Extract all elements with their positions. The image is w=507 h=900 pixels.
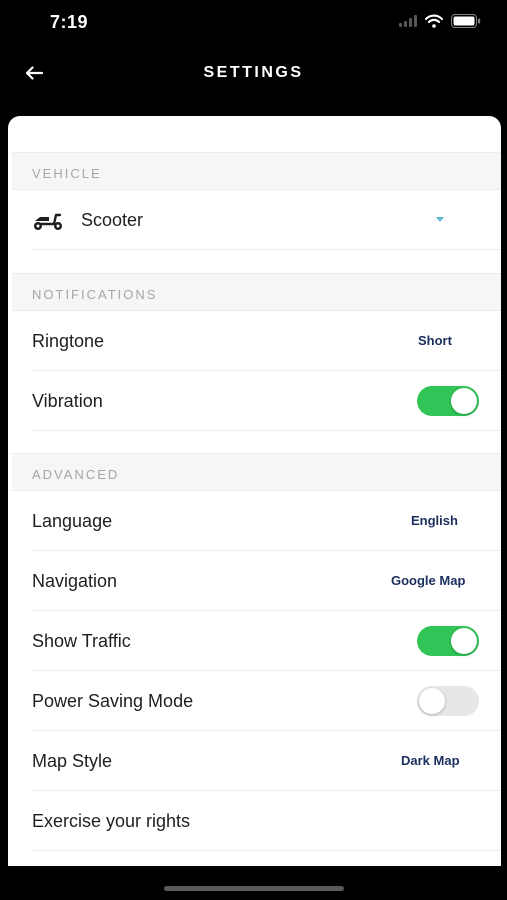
scooter-icon bbox=[34, 213, 62, 230]
ringtone-row[interactable]: Ringtone Short bbox=[32, 311, 501, 371]
vibration-toggle[interactable] bbox=[417, 386, 479, 416]
show-traffic-toggle[interactable] bbox=[417, 626, 479, 656]
section-header-notifications: NOTIFICATIONS bbox=[12, 273, 501, 311]
vibration-row: Vibration bbox=[32, 371, 501, 431]
vehicle-type-label: Scooter bbox=[81, 210, 144, 230]
map-style-row[interactable]: Map Style Dark Map bbox=[32, 731, 501, 791]
toggle-knob bbox=[451, 628, 477, 654]
exercise-rights-label: Exercise your rights bbox=[32, 811, 191, 831]
home-indicator bbox=[164, 886, 344, 891]
power-saving-toggle[interactable] bbox=[417, 686, 479, 716]
vehicle-selector[interactable]: Scooter bbox=[32, 190, 501, 250]
language-value: English bbox=[411, 513, 458, 528]
navigation-value: Google Map bbox=[391, 573, 466, 588]
navigation-row[interactable]: Navigation Google Map bbox=[32, 551, 501, 611]
power-saving-label: Power Saving Mode bbox=[32, 691, 194, 711]
chevron-down-icon bbox=[436, 217, 444, 222]
language-label: Language bbox=[32, 511, 113, 531]
wifi-icon bbox=[425, 14, 443, 28]
map-style-value: Dark Map bbox=[401, 753, 460, 768]
show-traffic-row: Show Traffic bbox=[32, 611, 501, 671]
section-title-advanced: ADVANCED bbox=[32, 467, 120, 482]
battery-icon bbox=[451, 14, 481, 28]
nav-bar: SETTINGS bbox=[0, 48, 507, 100]
status-bar: 7:19 bbox=[0, 0, 507, 48]
exercise-rights-row[interactable]: Exercise your rights bbox=[32, 791, 501, 851]
ringtone-label: Ringtone bbox=[32, 331, 105, 351]
show-traffic-label: Show Traffic bbox=[32, 631, 131, 651]
settings-sheet: VEHICLE Scooter NOTIFICATIONS Ringtone S… bbox=[8, 116, 501, 866]
toggle-knob bbox=[451, 388, 477, 414]
toggle-knob bbox=[419, 688, 445, 714]
ringtone-value: Short bbox=[418, 333, 452, 348]
section-header-vehicle: VEHICLE bbox=[12, 152, 501, 190]
language-row[interactable]: Language English bbox=[32, 491, 501, 551]
section-title-notifications: NOTIFICATIONS bbox=[32, 287, 158, 302]
vibration-label: Vibration bbox=[32, 391, 103, 411]
map-style-label: Map Style bbox=[32, 751, 113, 771]
signal-icon bbox=[399, 15, 417, 27]
status-icons bbox=[399, 14, 481, 28]
page-title: SETTINGS bbox=[203, 64, 304, 81]
section-title-vehicle: VEHICLE bbox=[32, 166, 102, 181]
section-header-advanced: ADVANCED bbox=[12, 453, 501, 491]
navigation-label: Navigation bbox=[32, 571, 118, 591]
power-saving-row: Power Saving Mode bbox=[32, 671, 501, 731]
status-time: 7:19 bbox=[50, 12, 89, 32]
